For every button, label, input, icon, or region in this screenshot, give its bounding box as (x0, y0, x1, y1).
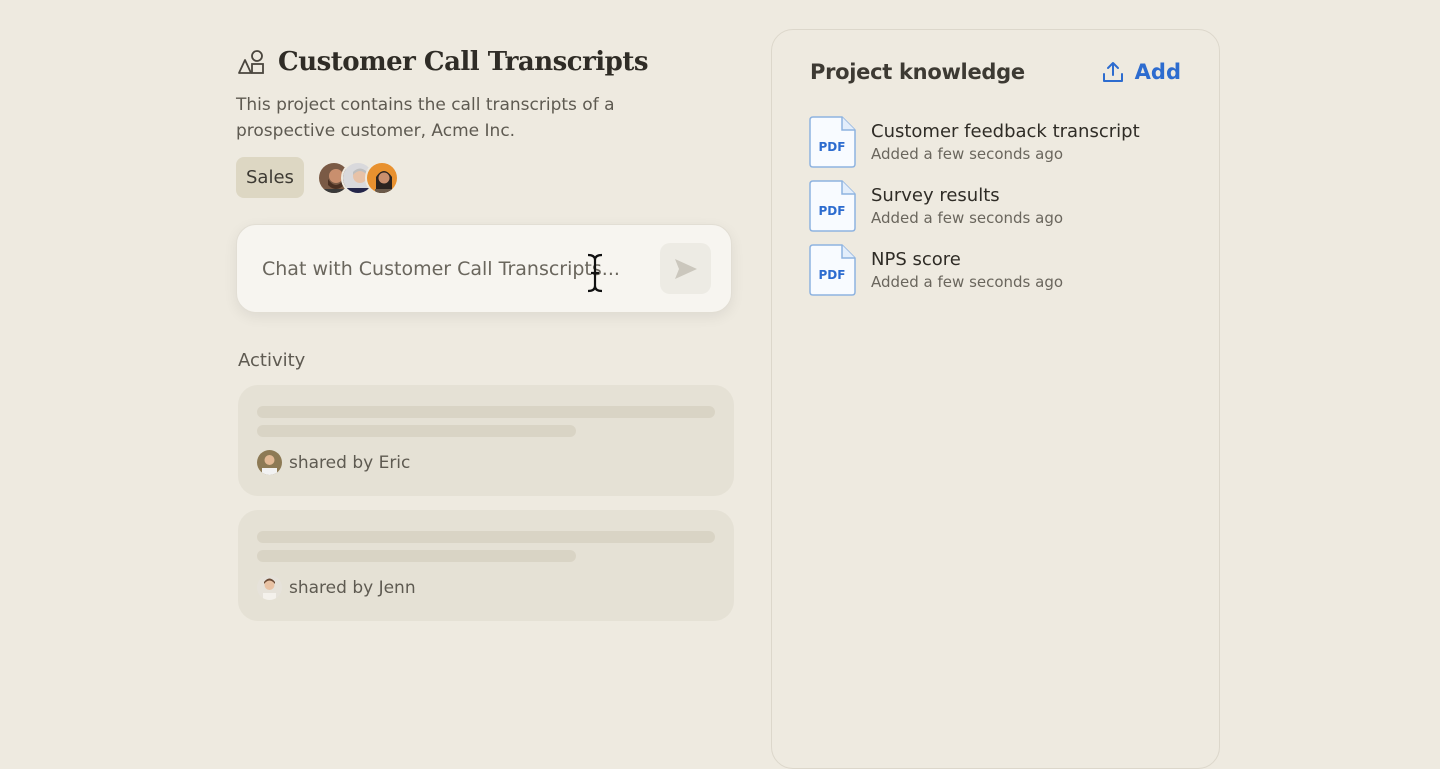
shared-by-row: shared by Jenn (257, 575, 715, 600)
send-icon (674, 258, 697, 279)
project-description: This project contains the call transcrip… (236, 95, 615, 141)
project-tag[interactable]: Sales (236, 157, 304, 198)
file-timestamp: Added a few seconds ago (871, 273, 1064, 291)
project-shapes-icon (238, 50, 264, 74)
file-list: PDF Customer feedback transcript Added a… (772, 110, 1219, 302)
send-button[interactable] (660, 243, 711, 294)
member-avatars[interactable] (316, 160, 399, 195)
panel-header: Project knowledge Add (772, 30, 1219, 86)
text-cursor-icon (587, 253, 603, 293)
tag-row: Sales (236, 157, 734, 198)
page-title: Customer Call Transcripts (278, 47, 649, 77)
placeholder-line (257, 531, 715, 543)
avatar (257, 450, 282, 475)
file-name: Survey results (871, 185, 1000, 206)
project-overview: Customer Call Transcripts This project c… (236, 44, 734, 621)
avatar[interactable] (364, 160, 399, 195)
activity-heading: Activity (238, 350, 306, 371)
activity-card[interactable]: shared by Jenn (238, 510, 734, 621)
upload-icon (1102, 62, 1123, 82)
pdf-file-icon: PDF (809, 244, 856, 296)
file-timestamp: Added a few seconds ago (871, 209, 1064, 227)
shared-by-row: shared by Eric (257, 450, 715, 475)
panel-title: Project knowledge (810, 60, 1025, 84)
svg-text:PDF: PDF (819, 140, 846, 154)
file-info: Customer feedback transcript Added a few… (871, 120, 1140, 164)
pdf-file-icon: PDF (809, 180, 856, 232)
svg-text:PDF: PDF (819, 268, 846, 282)
file-info: NPS score Added a few seconds ago (871, 248, 1063, 292)
shared-by-label: shared by Jenn (289, 577, 416, 598)
pdf-file-icon: PDF (809, 116, 856, 168)
file-item[interactable]: PDF NPS score Added a few seconds ago (808, 238, 1219, 302)
shared-by-label: shared by Eric (289, 452, 411, 473)
avatar (257, 575, 282, 600)
project-knowledge-panel: Project knowledge Add PDF Customer feedb… (771, 29, 1220, 769)
placeholder-line (257, 406, 715, 418)
placeholder-line (257, 550, 576, 562)
file-item[interactable]: PDF Survey results Added a few seconds a… (808, 174, 1219, 238)
file-info: Survey results Added a few seconds ago (871, 184, 1063, 228)
placeholder-line (257, 425, 576, 437)
chat-box[interactable] (236, 224, 732, 313)
add-button[interactable]: Add (1101, 60, 1181, 84)
title-row: Customer Call Transcripts (236, 44, 734, 80)
file-name: Customer feedback transcript (871, 121, 1140, 142)
file-timestamp: Added a few seconds ago (871, 145, 1064, 163)
file-name: NPS score (871, 249, 961, 270)
add-label: Add (1134, 60, 1181, 84)
svg-text:PDF: PDF (819, 204, 846, 218)
activity-card[interactable]: shared by Eric (238, 385, 734, 496)
file-item[interactable]: PDF Customer feedback transcript Added a… (808, 110, 1219, 174)
